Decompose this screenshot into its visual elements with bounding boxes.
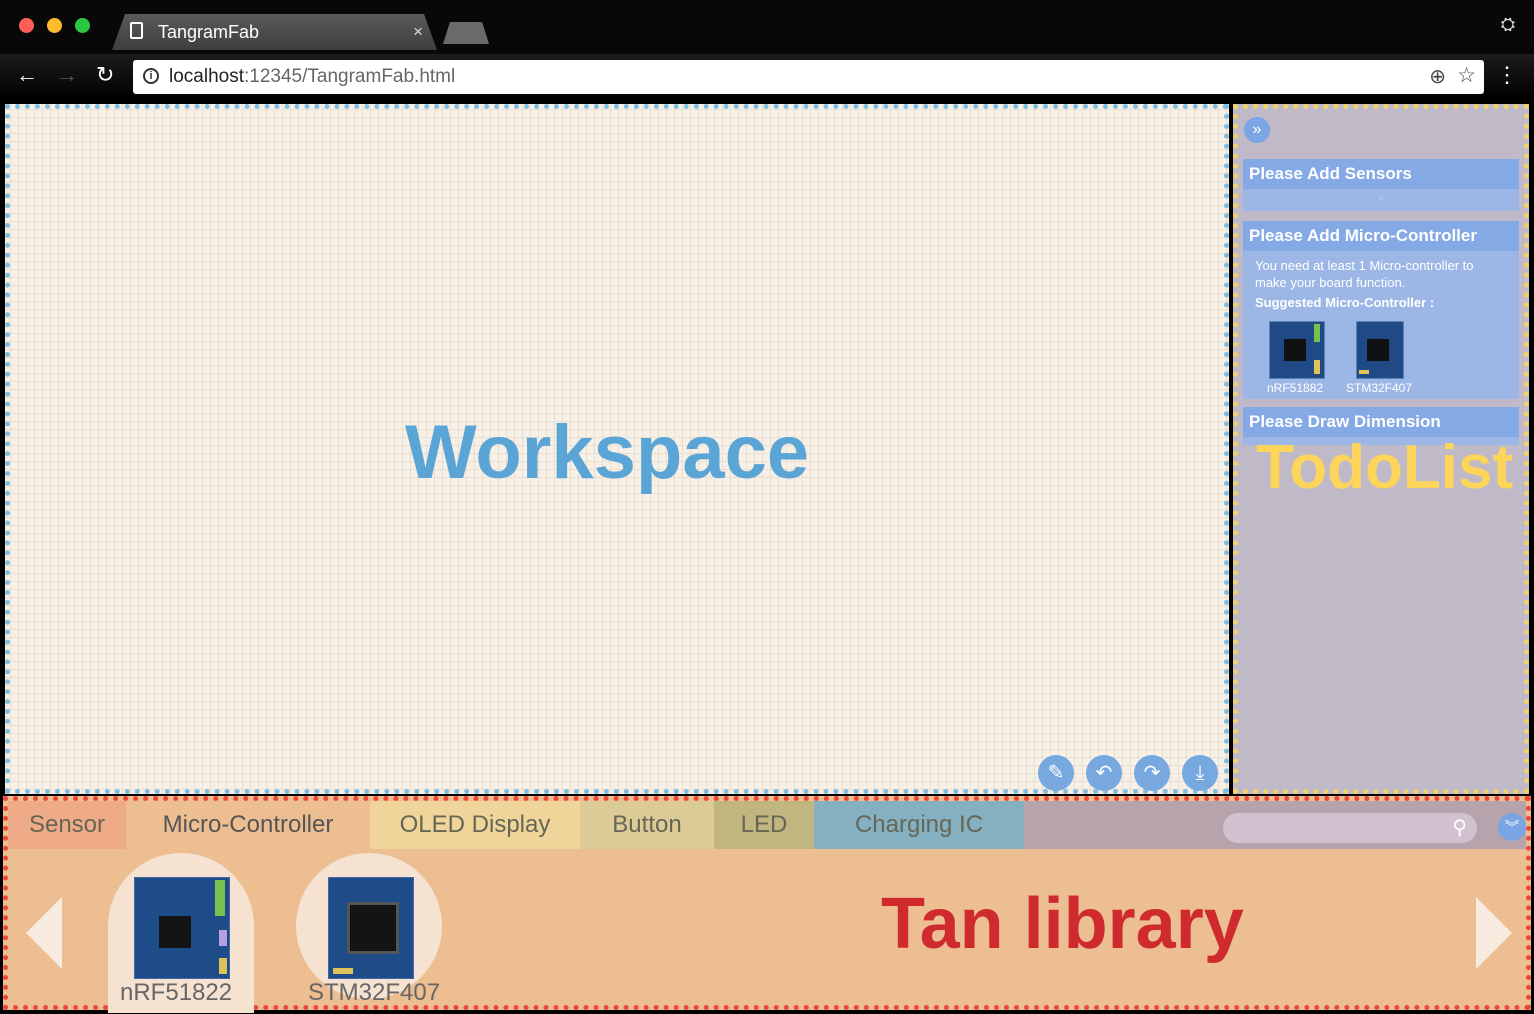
todo-card-micro-controller[interactable]: Please Add Micro-Controller You need at …	[1243, 221, 1519, 399]
workspace-canvas[interactable]: Workspace ✎ ↶ ↷ ⤓	[5, 104, 1229, 794]
stm32f407-chip-image[interactable]	[328, 877, 414, 979]
url-text[interactable]: localhost:12345/TangramFab.html	[169, 66, 455, 88]
workspace-toolbar: ✎ ↶ ↷ ⤓	[1024, 749, 1224, 791]
browser-titlebar: TangramFab × ⛭	[0, 0, 1534, 54]
forward-arrow-icon[interactable]: →	[56, 62, 78, 88]
chip-stripe	[215, 880, 225, 916]
tan-library-label: Tan library	[881, 884, 1244, 964]
tab-charging-ic[interactable]: Charging IC	[814, 801, 1024, 849]
library-item-label: STM32F407	[308, 979, 441, 1006]
suggested-chip-label: nRF51882	[1267, 381, 1324, 395]
tab-oled-display[interactable]: OLED Display	[370, 801, 580, 849]
minimize-window-button[interactable]	[47, 18, 62, 33]
reload-icon[interactable]: ↻	[96, 62, 114, 88]
address-bar[interactable]: i localhost:12345/TangramFab.html ⊕ ☆	[133, 60, 1484, 94]
mcu-body: You need at least 1 Micro-controller to …	[1243, 251, 1519, 317]
mcu-header: Please Add Micro-Controller	[1243, 221, 1519, 251]
workspace-label: Workspace	[405, 410, 810, 495]
chip-core	[347, 902, 399, 954]
mcu-suggested-label: Suggested Micro-Controller :	[1255, 295, 1435, 310]
zoom-icon[interactable]: ⊕	[1429, 64, 1446, 89]
library-item-label: nRF51822	[120, 979, 233, 1006]
tab-button[interactable]: Button	[580, 801, 714, 849]
tab-micro-controller[interactable]: Micro-Controller	[126, 801, 370, 849]
todo-list-panel: » Please Add Sensors ⌄ Please Add Micro-…	[1233, 104, 1529, 794]
maximize-window-button[interactable]	[75, 18, 90, 33]
close-tab-icon[interactable]: ×	[413, 22, 423, 42]
chip-core	[159, 916, 191, 948]
library-search-input[interactable]: ⚲	[1223, 813, 1477, 843]
browser-menu-icon[interactable]: ⋮	[1496, 62, 1518, 88]
chip-core	[1284, 339, 1306, 361]
todo-card-sensors[interactable]: Please Add Sensors ⌄	[1243, 159, 1519, 211]
chip-stripe	[333, 968, 353, 974]
nrf51822-chip-image[interactable]	[134, 877, 230, 979]
mcu-description: You need at least 1 Micro-controller to …	[1255, 258, 1474, 290]
browser-tab-tangramfab[interactable]: TangramFab ×	[112, 14, 437, 50]
back-arrow-icon[interactable]: ←	[16, 62, 38, 88]
scroll-right-arrow-icon[interactable]	[1476, 897, 1512, 969]
double-chevron-down-icon[interactable]: ︾	[1498, 813, 1526, 841]
browser-toolbar: ← → ↻ i localhost:12345/TangramFab.html …	[0, 54, 1534, 100]
undo-icon[interactable]: ↶	[1086, 755, 1122, 791]
chevron-down-icon[interactable]: ⌄	[1243, 189, 1519, 203]
new-tab-button[interactable]	[443, 22, 489, 44]
document-icon	[130, 22, 143, 39]
chip-stripe	[1359, 370, 1369, 374]
scroll-left-arrow-icon[interactable]	[26, 897, 62, 969]
bookmark-star-icon[interactable]: ☆	[1457, 63, 1476, 88]
pen-icon[interactable]: ✎	[1038, 755, 1074, 791]
chip-core	[1367, 339, 1389, 361]
tab-sensor[interactable]: Sensor	[8, 801, 126, 849]
info-icon[interactable]: i	[143, 68, 159, 84]
close-window-button[interactable]	[19, 18, 34, 33]
tab-led[interactable]: LED	[714, 801, 814, 849]
chip-stripe	[219, 958, 227, 974]
suggested-chip-label: STM32F407	[1346, 381, 1413, 395]
suggested-chip-nrf51882[interactable]	[1269, 321, 1325, 379]
sensors-header: Please Add Sensors	[1243, 159, 1519, 189]
double-chevron-right-icon[interactable]: »	[1244, 117, 1270, 143]
tab-title: TangramFab	[158, 22, 260, 42]
todo-list-label: TodoList	[1256, 433, 1514, 502]
chip-stripe	[1314, 324, 1320, 342]
chip-stripe	[219, 930, 227, 946]
download-icon[interactable]: ⤓	[1182, 755, 1218, 791]
suggested-chip-stm32f407[interactable]	[1356, 321, 1404, 379]
redo-icon[interactable]: ↷	[1134, 755, 1170, 791]
url-host: localhost	[169, 66, 244, 87]
tan-library-panel: Sensor Micro-Controller OLED Display But…	[3, 796, 1531, 1013]
search-icon[interactable]: ⚲	[1452, 815, 1467, 840]
incognito-icon: ⛭	[1500, 14, 1516, 34]
chip-stripe	[1314, 360, 1320, 374]
url-path: :12345/TangramFab.html	[244, 66, 456, 87]
library-tabs: Sensor Micro-Controller OLED Display But…	[8, 801, 1526, 849]
